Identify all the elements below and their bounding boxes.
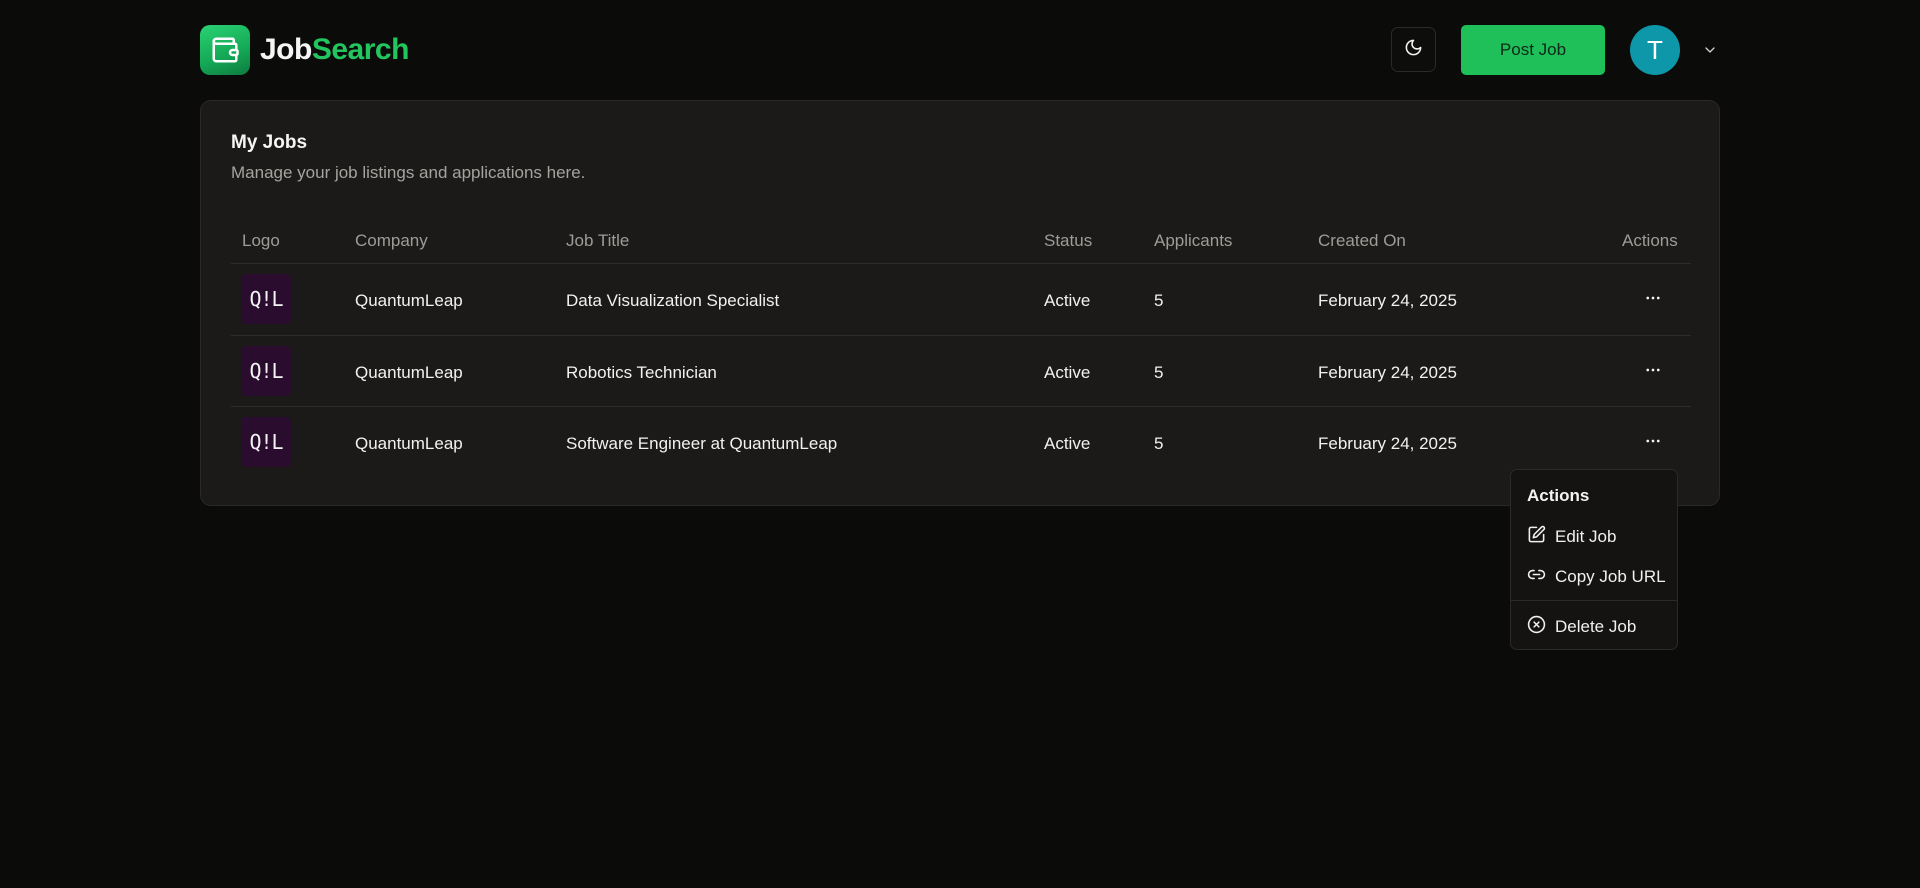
link-icon (1527, 565, 1555, 589)
header: JobSearch Post Job T (200, 25, 1720, 75)
company-logo: Q!L (241, 417, 291, 467)
created-on-cell: February 24, 2025 (1318, 363, 1457, 382)
theme-toggle-button[interactable] (1391, 27, 1436, 72)
copy-job-url-label: Copy Job URL (1555, 567, 1666, 586)
menu-separator (1511, 600, 1677, 601)
status-cell: Active (1044, 291, 1091, 310)
edit-job-menu-item[interactable]: Edit Job (1517, 520, 1671, 554)
page-title: My Jobs (231, 132, 308, 153)
page-subtitle: Manage your job listings and application… (231, 163, 586, 182)
company-cell: QuantumLeap (355, 291, 463, 310)
avatar[interactable]: T (1630, 25, 1680, 75)
menu-label: Actions (1527, 486, 1590, 505)
actions-menu: Actions Edit Job Copy Job URL Delete Job (1510, 469, 1678, 650)
column-header-created-on: Created On (1318, 231, 1406, 250)
company-logo: Q!L (241, 346, 291, 396)
delete-job-menu-item[interactable]: Delete Job (1517, 610, 1671, 644)
post-job-button[interactable]: Post Job (1461, 25, 1605, 75)
wallet-icon (200, 25, 250, 75)
column-header-status: Status (1044, 231, 1093, 250)
chevron-down-icon[interactable] (1700, 40, 1720, 60)
table-row: Q!L QuantumLeap Software Engineer at Qua… (201, 407, 1721, 478)
brand-name: JobSearch (260, 33, 409, 67)
more-horizontal-icon[interactable] (1641, 358, 1665, 382)
table-row: Q!L QuantumLeap Robotics Technician Acti… (201, 336, 1721, 407)
table-row: Q!L QuantumLeap Data Visualization Speci… (201, 264, 1721, 335)
status-cell: Active (1044, 434, 1091, 453)
company-cell: QuantumLeap (355, 363, 463, 382)
more-horizontal-icon[interactable] (1641, 429, 1665, 453)
company-logo: Q!L (241, 274, 291, 324)
column-header-actions: Actions (1622, 231, 1678, 250)
column-header-company: Company (355, 231, 428, 250)
moon-icon (1404, 38, 1423, 62)
created-on-cell: February 24, 2025 (1318, 434, 1457, 453)
brand-name-part1: Job (260, 33, 312, 66)
company-cell: QuantumLeap (355, 434, 463, 453)
applicants-cell: 5 (1154, 291, 1164, 310)
applicants-cell: 5 (1154, 434, 1164, 453)
job-title-cell: Software Engineer at QuantumLeap (566, 434, 838, 453)
delete-job-label: Delete Job (1555, 617, 1637, 636)
applicants-cell: 5 (1154, 363, 1164, 382)
status-cell: Active (1044, 363, 1091, 382)
column-header-applicants: Applicants (1154, 231, 1233, 250)
column-header-job-title: Job Title (566, 231, 630, 250)
edit-icon (1527, 525, 1555, 549)
job-title-cell: Data Visualization Specialist (566, 291, 780, 310)
created-on-cell: February 24, 2025 (1318, 291, 1457, 310)
my-jobs-card: My Jobs Manage your job listings and app… (200, 100, 1720, 506)
brand-logo[interactable]: JobSearch (200, 25, 409, 75)
x-circle-icon (1527, 615, 1555, 639)
brand-name-part2: Search (311, 33, 410, 66)
more-horizontal-icon[interactable] (1641, 286, 1665, 310)
copy-job-url-menu-item[interactable]: Copy Job URL (1517, 560, 1671, 594)
column-header-logo: Logo (242, 231, 280, 250)
edit-job-label: Edit Job (1555, 527, 1617, 546)
job-title-cell: Robotics Technician (566, 363, 717, 382)
